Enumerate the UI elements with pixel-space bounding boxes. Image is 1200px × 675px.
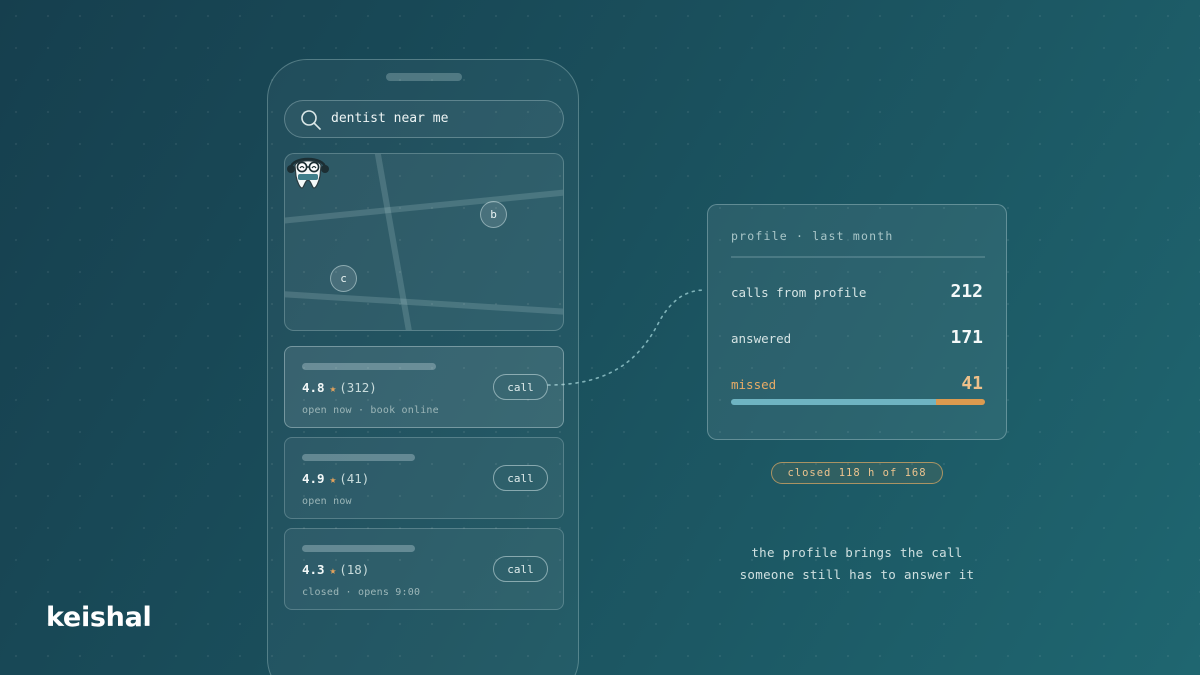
map-pin-b[interactable]: b <box>480 201 507 228</box>
star-icon: ★ <box>329 382 337 395</box>
review-count: (312) <box>339 380 377 395</box>
stat-value-calls: 212 <box>950 281 983 302</box>
clinic-name-placeholder <box>302 454 415 461</box>
map-view[interactable]: b c <box>284 153 564 331</box>
missed-segment <box>935 399 985 405</box>
result-card-1[interactable]: 4.8 ★ (312) open now · book online call <box>284 346 564 428</box>
clinic-name-placeholder <box>302 363 436 370</box>
search-bar[interactable]: dentist near me <box>284 100 564 138</box>
connector-line <box>547 289 707 386</box>
rating-row: 4.9 ★ (41) <box>302 471 369 486</box>
phone-frame: dentist near me b c 4.8 ★ (312) open now ·… <box>267 59 579 675</box>
tooth-icon[interactable] <box>285 154 331 192</box>
open-status: closed · opens 9:00 <box>302 587 421 598</box>
map-pin-c[interactable]: c <box>330 265 357 292</box>
rating-row: 4.8 ★ (312) <box>302 380 377 395</box>
rating-row: 4.3 ★ (18) <box>302 562 369 577</box>
call-button[interactable]: call <box>493 556 548 582</box>
dot-grid-background <box>0 0 1200 675</box>
caption-line-2: someone still has to answer it <box>739 567 975 582</box>
open-status: open now · book online <box>302 405 439 416</box>
stat-label-calls: calls from profile <box>731 285 867 300</box>
panel-divider <box>731 256 985 258</box>
phone-notch <box>386 73 462 81</box>
caption: the profile brings the call someone stil… <box>707 542 1007 586</box>
result-card-3[interactable]: 4.3 ★ (18) closed · opens 9:00 call <box>284 528 564 610</box>
panel-title: profile · last month <box>731 229 894 243</box>
answered-missed-bar <box>731 399 985 405</box>
search-icon <box>301 110 321 130</box>
call-button[interactable]: call <box>493 374 548 400</box>
closed-hours-badge: closed 118 h of 168 <box>771 462 943 484</box>
rating-score: 4.9 <box>302 471 325 486</box>
clinic-name-placeholder <box>302 545 415 552</box>
result-card-2[interactable]: 4.9 ★ (41) open now call <box>284 437 564 519</box>
brand-logo: keishal <box>46 602 152 633</box>
review-count: (18) <box>339 562 370 577</box>
profile-stats-panel: profile · last month calls from profile … <box>707 204 1007 440</box>
answered-segment <box>731 399 936 405</box>
stat-value-missed: 41 <box>961 373 983 394</box>
stat-value-answered: 171 <box>950 327 983 348</box>
rating-score: 4.3 <box>302 562 325 577</box>
star-icon: ★ <box>329 473 337 486</box>
stat-label-answered: answered <box>731 331 792 346</box>
rating-score: 4.8 <box>302 380 325 395</box>
stat-label-missed: missed <box>731 377 777 392</box>
call-button[interactable]: call <box>493 465 548 491</box>
caption-line-1: the profile brings the call <box>751 545 963 560</box>
review-count: (41) <box>339 471 370 486</box>
open-status: open now <box>302 496 352 507</box>
search-input[interactable]: dentist near me <box>331 111 448 126</box>
star-icon: ★ <box>329 564 337 577</box>
